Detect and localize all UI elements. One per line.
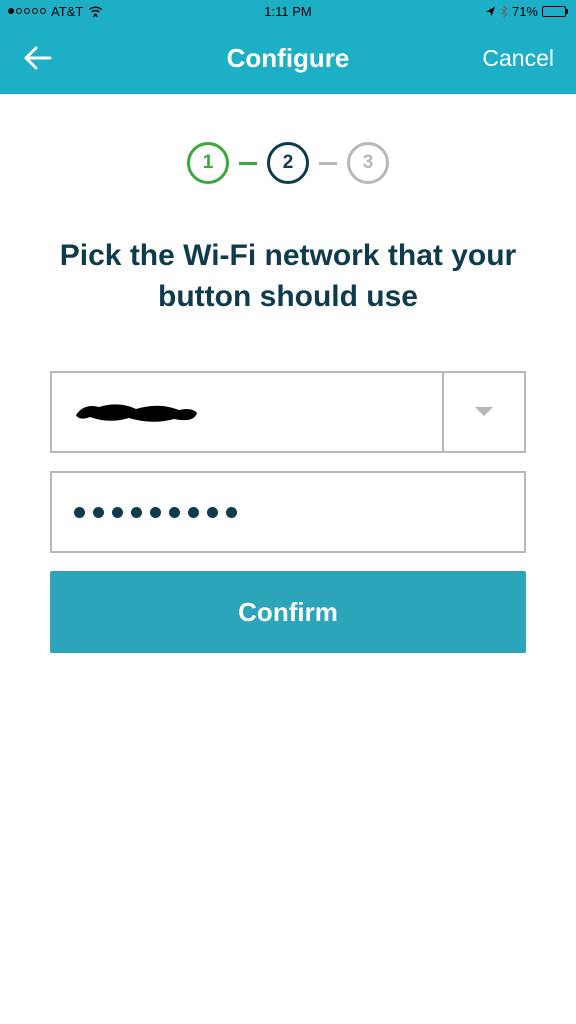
wifi-network-select[interactable]: [50, 371, 526, 453]
chevron-down-icon: [473, 405, 495, 419]
status-right: 71%: [485, 4, 568, 19]
step-3: 3: [347, 142, 389, 184]
bluetooth-icon: [500, 5, 508, 18]
battery-percent: 71%: [512, 4, 538, 19]
signal-strength-icon: [8, 8, 46, 14]
main-content: 1 2 3 Pick the Wi-Fi network that your b…: [0, 94, 576, 653]
page-title: Configure: [227, 43, 350, 74]
status-left: AT&T: [8, 4, 103, 19]
password-value-masked: [74, 507, 237, 518]
dropdown-toggle[interactable]: [442, 373, 524, 451]
battery-icon: [542, 6, 568, 17]
progress-stepper: 1 2 3: [50, 142, 526, 184]
back-button[interactable]: [22, 42, 54, 74]
nav-bar: Configure Cancel: [0, 22, 576, 94]
location-icon: [485, 6, 496, 17]
confirm-button[interactable]: Confirm: [50, 571, 526, 653]
step-connector-2: [319, 162, 337, 165]
password-input[interactable]: [50, 471, 526, 553]
step-connector-1: [239, 162, 257, 165]
step-1: 1: [187, 142, 229, 184]
cancel-button[interactable]: Cancel: [482, 45, 554, 72]
instruction-heading: Pick the Wi-Fi network that your button …: [50, 236, 526, 317]
status-bar: AT&T 1:11 PM 71%: [0, 0, 576, 22]
redacted-network-name: [74, 397, 199, 427]
status-time: 1:11 PM: [264, 4, 311, 19]
carrier-label: AT&T: [51, 4, 83, 19]
wifi-icon: [88, 5, 103, 17]
step-2: 2: [267, 142, 309, 184]
wifi-network-value: [52, 373, 442, 451]
